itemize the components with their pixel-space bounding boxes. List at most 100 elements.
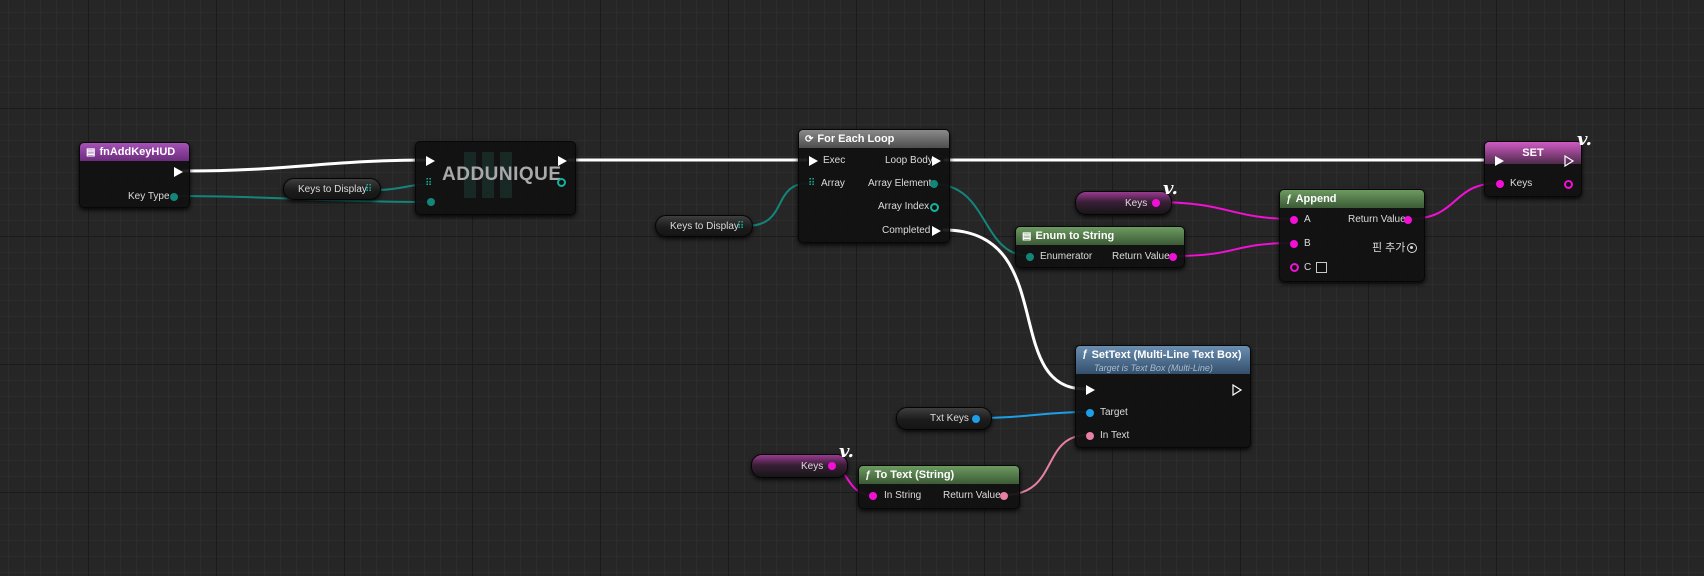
- exec-in-pin[interactable]: [1495, 156, 1504, 166]
- event-graph-icon: ▤: [86, 146, 96, 158]
- variable-set-marker-icon: v.: [1577, 129, 1592, 150]
- keys-to-display-variable[interactable]: Keys to Display ⠿: [655, 215, 753, 237]
- exec-out-pin[interactable]: [558, 156, 567, 166]
- c-value-input[interactable]: [1316, 262, 1327, 273]
- txt-keys-variable-get[interactable]: Txt Keys: [896, 407, 992, 430]
- event-node-fnaddkeyhud[interactable]: ▤ fnAddKeyHUD Key Type: [79, 142, 190, 208]
- return-value-pin[interactable]: [1000, 492, 1008, 500]
- in-text-label: In Text: [1100, 430, 1130, 441]
- return-value-pin[interactable]: [1169, 253, 1177, 261]
- function-icon: ƒ: [865, 469, 871, 481]
- keys-variable-get[interactable]: Keys: [1075, 191, 1172, 215]
- event-node-title: fnAddKeyHUD: [99, 146, 176, 158]
- add-pin-label[interactable]: 핀 추가: [1372, 242, 1405, 254]
- enum-icon: ▤: [1022, 230, 1032, 242]
- object-wire: [975, 411, 1089, 419]
- array-index-label: Array Index: [878, 201, 930, 212]
- set-title: SET: [1522, 147, 1544, 159]
- exec-wire: [181, 158, 430, 173]
- addunique-title: ADDUNIQUE: [442, 164, 562, 185]
- exec-out-outline-icon[interactable]: [1232, 384, 1243, 396]
- variable-label: Keys: [801, 461, 824, 472]
- to-text-title: To Text (String): [874, 469, 955, 481]
- to-text-header: ƒ To Text (String): [859, 466, 1019, 484]
- return-value-label: Return Value: [1348, 214, 1406, 225]
- function-icon: ƒ: [1082, 349, 1088, 360]
- set-node[interactable]: SET Keys: [1484, 141, 1582, 197]
- array-label: Array: [821, 178, 845, 189]
- keys-out-pin[interactable]: [1564, 180, 1573, 189]
- enum-to-string-node[interactable]: ▤ Enum to String Enumerator Return Value: [1015, 226, 1185, 268]
- enumerator-pin[interactable]: [1026, 253, 1034, 261]
- a-pin[interactable]: [1290, 216, 1298, 224]
- a-label: A: [1304, 214, 1311, 225]
- variable-label: Txt Keys: [930, 413, 969, 424]
- in-string-label: In String: [884, 490, 922, 501]
- settext-subtitle: Target is Text Box (Multi-Line): [1094, 363, 1213, 373]
- function-icon: ƒ: [1286, 193, 1292, 205]
- variable-label: Keys: [1125, 198, 1148, 209]
- target-label: Target: [1100, 407, 1128, 418]
- array-in-pin[interactable]: ⠿: [808, 179, 815, 189]
- b-label: B: [1304, 238, 1311, 249]
- wire-layer: [173, 158, 1501, 496]
- target-pin[interactable]: [1086, 409, 1094, 417]
- return-value-label: Return Value: [943, 490, 1001, 501]
- key-type-label: Key Type: [128, 191, 170, 202]
- for-each-loop-title: For Each Loop: [817, 133, 895, 145]
- event-node-header: ▤ fnAddKeyHUD: [80, 143, 189, 161]
- exec-in-pin[interactable]: [426, 156, 435, 166]
- addunique-node[interactable]: ADDUNIQUE ⠿: [415, 141, 576, 215]
- array-element-label: Array Element: [868, 178, 932, 189]
- keys-in-pin[interactable]: [1496, 180, 1504, 188]
- loop-body-pin[interactable]: [932, 156, 941, 166]
- return-index-pin[interactable]: [557, 178, 566, 187]
- for-each-loop-header: ⟳ For Each Loop: [799, 130, 949, 148]
- keys-variable-get[interactable]: Keys: [751, 454, 848, 478]
- enum-to-string-title: Enum to String: [1035, 230, 1115, 242]
- c-label: C: [1304, 262, 1312, 273]
- target-array-pin[interactable]: ⠿: [425, 179, 432, 189]
- settext-title: SetText (Multi-Line Text Box): [1091, 349, 1242, 361]
- variable-label: Keys to Display: [670, 221, 739, 232]
- loop-body-label: Loop Body: [885, 155, 933, 166]
- array-element-pin[interactable]: [930, 180, 938, 188]
- append-node[interactable]: ƒ Append A B C Return Value 핀 추가: [1279, 189, 1425, 282]
- variable-get-marker-icon: v.: [839, 441, 854, 462]
- c-pin[interactable]: [1290, 263, 1299, 272]
- enum-to-string-header: ▤ Enum to String: [1016, 227, 1184, 245]
- exec-out-outline-icon: [1564, 155, 1575, 167]
- append-header: ƒ Append: [1280, 190, 1424, 208]
- string-wire: [1153, 201, 1295, 220]
- b-pin[interactable]: [1290, 240, 1298, 248]
- keys-out-pin[interactable]: [828, 462, 836, 470]
- enumerator-label: Enumerator: [1040, 251, 1093, 262]
- keys-label: Keys: [1510, 178, 1533, 189]
- array-pin-icon[interactable]: ⠿: [365, 185, 372, 195]
- exec-out-pin[interactable]: [174, 167, 183, 177]
- in-text-pin[interactable]: [1086, 432, 1094, 440]
- variable-label: Keys to Display: [298, 184, 367, 195]
- exec-in-pin[interactable]: [1086, 385, 1095, 395]
- string-wire: [1173, 242, 1295, 257]
- append-title: Append: [1295, 193, 1337, 205]
- key-type-pin[interactable]: [170, 193, 178, 201]
- txt-keys-out-pin[interactable]: [972, 415, 980, 423]
- keys-to-display-variable[interactable]: Keys to Display ⠿: [283, 178, 381, 200]
- new-item-pin[interactable]: [427, 198, 435, 206]
- return-value-pin[interactable]: [1404, 216, 1412, 224]
- return-value-label: Return Value: [1112, 251, 1170, 262]
- array-pin-icon[interactable]: ⠿: [737, 222, 744, 232]
- exec-label: Exec: [823, 155, 846, 166]
- variable-get-marker-icon: v.: [1163, 178, 1178, 199]
- to-text-string-node[interactable]: ƒ To Text (String) In String Return Valu…: [858, 465, 1020, 509]
- exec-in-pin[interactable]: [809, 156, 818, 166]
- loop-icon: ⟳: [805, 133, 814, 145]
- for-each-loop-node[interactable]: ⟳ For Each Loop Exec ⠿ Array Loop Body A…: [798, 129, 950, 243]
- add-pin-icon[interactable]: [1407, 243, 1417, 253]
- array-index-pin[interactable]: [930, 203, 939, 212]
- in-string-pin[interactable]: [869, 492, 877, 500]
- keys-out-pin[interactable]: [1152, 199, 1160, 207]
- settext-node[interactable]: ƒ SetText (Multi-Line Text Box) Target i…: [1075, 345, 1251, 448]
- completed-pin[interactable]: [932, 226, 941, 236]
